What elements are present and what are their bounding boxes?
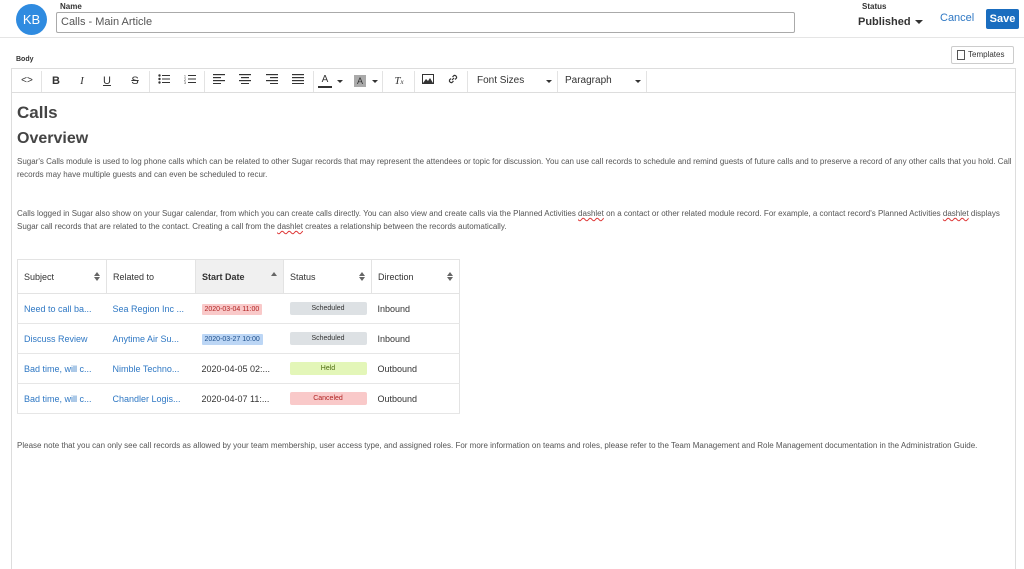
toolbar-divider xyxy=(41,71,42,92)
calls-table: Subject Related to Start Date Status Dir… xyxy=(17,259,460,414)
direction-value: Inbound xyxy=(377,303,411,314)
column-header-subject[interactable]: Subject xyxy=(17,259,107,294)
text-color-icon[interactable]: A xyxy=(318,73,332,88)
related-to-link[interactable]: Chandler Logis... xyxy=(113,394,181,404)
underline-icon[interactable]: U xyxy=(98,73,116,89)
name-field[interactable]: Calls - Main Article xyxy=(56,12,795,33)
sort-icon xyxy=(359,272,365,282)
related-to-link[interactable]: Sea Region Inc ... xyxy=(113,304,185,314)
chevron-down-icon[interactable] xyxy=(337,80,343,83)
paragraph-dropdown[interactable]: Paragraph xyxy=(565,73,655,89)
italic-icon[interactable]: I xyxy=(73,73,91,89)
status-badge: Scheduled xyxy=(289,302,367,315)
toolbar-divider xyxy=(414,71,415,92)
background-color-icon[interactable]: A xyxy=(354,75,366,87)
subject-link[interactable]: Discuss Review xyxy=(24,334,88,344)
cancel-button[interactable]: Cancel xyxy=(940,12,974,24)
table-row: Discuss Review Anytime Air Su... 2020-03… xyxy=(17,323,460,354)
subject-link[interactable]: Need to call ba... xyxy=(24,304,92,314)
direction-value: Outbound xyxy=(377,393,418,404)
toolbar-divider xyxy=(204,71,205,92)
start-date: 2020-04-05 02:... xyxy=(201,363,271,374)
table-row: Bad time, will c... Chandler Logis... 20… xyxy=(17,383,460,414)
bullet-list-icon[interactable] xyxy=(155,73,173,89)
strikethrough-icon[interactable]: S xyxy=(126,73,144,89)
status-badge: Held xyxy=(289,362,367,375)
subject-link[interactable]: Bad time, will c... xyxy=(24,364,92,374)
status-value: Published xyxy=(858,16,911,28)
svg-text:3: 3 xyxy=(184,81,186,84)
record-header: KB Name Calls - Main Article Status Publ… xyxy=(0,0,1024,38)
start-date: 2020-04-07 11:... xyxy=(201,393,270,404)
table-row: Need to call ba... Sea Region Inc ... 20… xyxy=(17,293,460,324)
related-to-link[interactable]: Nimble Techno... xyxy=(113,364,180,374)
name-field-label: Name xyxy=(60,2,82,11)
align-left-icon[interactable] xyxy=(210,73,228,89)
chevron-down-icon xyxy=(635,80,641,83)
sort-icon xyxy=(447,272,453,282)
editor-toolbar: <> B I U S 123 A A Tx Font Sizes Paragra… xyxy=(11,68,1016,93)
toolbar-divider xyxy=(467,71,468,92)
paragraph-label: Paragraph xyxy=(565,75,612,86)
document-icon xyxy=(957,50,965,60)
direction-value: Inbound xyxy=(377,333,411,344)
column-header-related-to[interactable]: Related to xyxy=(106,259,196,294)
bold-icon[interactable]: B xyxy=(47,73,65,89)
start-date-badge: 2020-03-27 10:00 xyxy=(201,333,263,345)
chevron-down-icon xyxy=(914,20,923,25)
font-sizes-dropdown[interactable]: Font Sizes xyxy=(477,73,557,89)
clear-formatting-icon[interactable]: Tx xyxy=(390,73,408,89)
align-justify-icon[interactable] xyxy=(289,73,307,89)
toolbar-divider xyxy=(557,71,558,92)
templates-button[interactable]: Templates xyxy=(951,46,1014,64)
heading-calls: Calls xyxy=(17,103,58,122)
sort-ascending-icon xyxy=(271,272,277,282)
toolbar-divider xyxy=(313,71,314,92)
body-field-label: Body xyxy=(16,56,34,63)
align-center-icon[interactable] xyxy=(236,73,254,89)
status-dropdown[interactable]: Published xyxy=(858,16,923,28)
insert-link-icon[interactable] xyxy=(444,73,462,89)
insert-image-icon[interactable] xyxy=(419,73,437,89)
column-header-start-date[interactable]: Start Date xyxy=(195,259,284,294)
table-row: Bad time, will c... Nimble Techno... 202… xyxy=(17,353,460,384)
status-field-label: Status xyxy=(862,2,887,11)
paragraph-note: Please note that you can only see call r… xyxy=(17,441,978,450)
numbered-list-icon[interactable]: 123 xyxy=(181,73,199,89)
paragraph-calendar: Calls logged in Sugar also show on your … xyxy=(17,209,1000,231)
avatar[interactable]: KB xyxy=(16,4,47,35)
sort-icon xyxy=(94,272,100,282)
start-date-badge: 2020-03-04 11:00 xyxy=(201,303,263,315)
chevron-down-icon[interactable] xyxy=(372,80,378,83)
paragraph-overview: Sugar's Calls module is used to log phon… xyxy=(17,157,1012,179)
align-right-icon[interactable] xyxy=(263,73,281,89)
toolbar-divider xyxy=(149,71,150,92)
related-to-link[interactable]: Anytime Air Su... xyxy=(113,334,180,344)
status-badge: Scheduled xyxy=(289,332,367,345)
save-button[interactable]: Save xyxy=(986,9,1019,29)
direction-value: Outbound xyxy=(377,363,418,374)
font-sizes-label: Font Sizes xyxy=(477,75,525,86)
toolbar-divider xyxy=(646,71,647,92)
heading-overview: Overview xyxy=(17,130,89,147)
code-view-icon[interactable]: <> xyxy=(18,73,36,89)
templates-label: Templates xyxy=(968,50,1005,59)
status-badge: Canceled xyxy=(289,392,367,405)
column-header-status[interactable]: Status xyxy=(283,259,372,294)
subject-link[interactable]: Bad time, will c... xyxy=(24,394,92,404)
toolbar-divider xyxy=(382,71,383,92)
column-header-direction[interactable]: Direction xyxy=(371,259,460,294)
chevron-down-icon xyxy=(546,80,552,83)
